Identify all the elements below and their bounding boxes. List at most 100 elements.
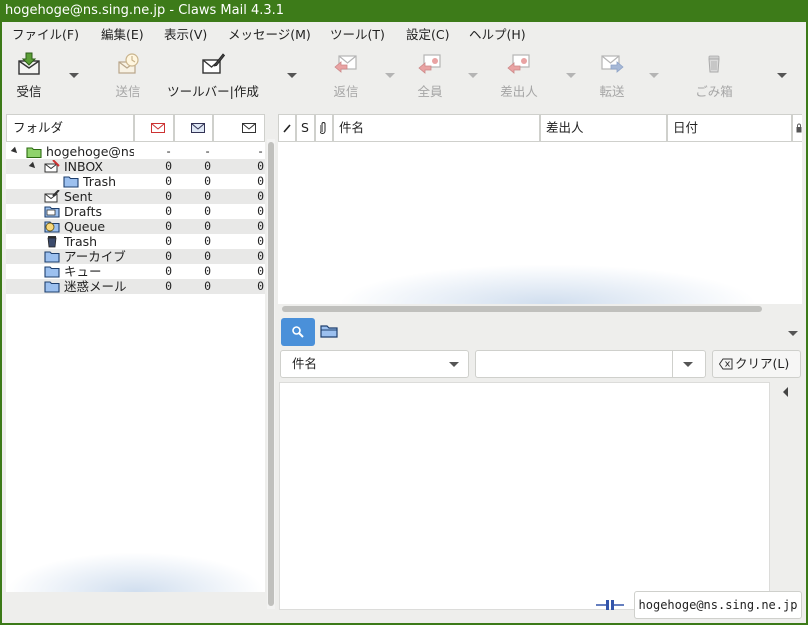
forward-button[interactable]: 転送 [594, 52, 630, 102]
inbox-icon [44, 159, 60, 173]
trash-label: ごみ箱 [695, 84, 733, 99]
quicksearch-menu-arrow[interactable] [788, 331, 798, 336]
folder-row[interactable]: Sent 0 0 0 [6, 189, 265, 204]
menu-message[interactable]: メッセージ(M) [228, 22, 311, 48]
folder-icon [63, 175, 79, 188]
folder-new-count: 0 [165, 279, 172, 293]
reply-all-button[interactable]: 全員 [412, 52, 448, 102]
compose-dropdown-arrow[interactable] [287, 73, 297, 78]
folder-scrollbar-thumb[interactable] [268, 142, 274, 606]
folder-row[interactable]: hogehoge@ns - - - [6, 144, 265, 159]
compose-icon [202, 53, 225, 74]
folder-name: キュー [64, 264, 102, 279]
expander-arrow-icon[interactable] [10, 146, 20, 156]
folder-new-count: 0 [165, 234, 172, 248]
message-list[interactable]: S 件名 差出人 日付 [278, 114, 802, 304]
folder-unread-count: 0 [204, 159, 211, 173]
folder-column-header[interactable]: フォルダ [6, 114, 134, 142]
receive-dropdown-arrow[interactable] [69, 73, 79, 78]
message-view-scrollbar[interactable] [772, 382, 802, 610]
unread-column-header[interactable] [174, 114, 213, 142]
attachment-column-header[interactable] [315, 114, 333, 142]
paperclip-icon [320, 122, 326, 134]
forward-dropdown-arrow[interactable] [649, 73, 659, 78]
send-button[interactable]: 送信 [110, 52, 146, 102]
folder-name: INBOX [64, 159, 103, 174]
folder-name: Trash [64, 234, 98, 249]
menu-settings[interactable]: 設定(C) [406, 22, 449, 48]
folder-tree: フォルダ hogehoge@ns - - - INBOX 0 0 0 Trash 0 0 0 Sent 0… [6, 114, 265, 592]
menu-file[interactable]: ファイル(F) [12, 22, 79, 48]
view-collapse-arrow[interactable] [783, 387, 788, 397]
expander-arrow-icon[interactable] [28, 161, 38, 171]
menu-help[interactable]: ヘルプ(H) [469, 22, 526, 48]
trash-button[interactable]: ごみ箱 [692, 52, 736, 102]
folder-icon [44, 265, 60, 278]
trash-can-icon [708, 55, 720, 73]
folder-row[interactable]: キュー 0 0 0 [6, 264, 265, 279]
queue-icon [44, 220, 60, 233]
folder-total-count: 0 [257, 264, 264, 278]
folder-row[interactable]: Queue 0 0 0 [6, 219, 265, 234]
sent-icon [44, 189, 60, 203]
compose-button[interactable]: ツールバー|作成 [163, 52, 263, 102]
subject-column-header[interactable]: 件名 [333, 114, 540, 142]
new-mail-icon [151, 123, 165, 133]
folder-row[interactable]: 迷惑メール 0 0 0 [6, 279, 265, 294]
reply-label: 返信 [333, 84, 359, 99]
date-column-header[interactable]: 日付 [667, 114, 792, 142]
folder-new-count: 0 [165, 249, 172, 263]
folder-unread-count: 0 [204, 279, 211, 293]
receive-button[interactable]: 受信 [10, 52, 48, 102]
search-history-arrow[interactable] [683, 362, 693, 367]
main-client-area: ファイル(F) 編集(E) 表示(V) メッセージ(M) ツール(T) 設定(C… [2, 22, 806, 623]
new-column-header[interactable] [134, 114, 174, 142]
open-folder-icon[interactable] [320, 323, 338, 339]
quicksearch-toggle-button[interactable] [281, 318, 315, 346]
from-column-header[interactable]: 差出人 [540, 114, 667, 142]
message-view[interactable] [279, 382, 770, 610]
lock-icon [796, 123, 802, 133]
reply-dropdown-arrow[interactable] [385, 73, 395, 78]
folder-name: Sent [64, 189, 93, 204]
toolbar-overflow-arrow[interactable] [777, 73, 787, 78]
total-column-header[interactable] [213, 114, 265, 142]
reply-icon [334, 55, 357, 73]
menu-tools[interactable]: ツール(T) [330, 22, 385, 48]
reply-button[interactable]: 返信 [328, 52, 364, 102]
folder-row[interactable]: INBOX 0 0 0 [6, 159, 265, 174]
folder-total-count: 0 [257, 159, 264, 173]
folder-scrollbar[interactable] [267, 139, 275, 609]
folder-total-count: 0 [257, 189, 264, 203]
folder-row[interactable]: Trash 0 0 0 [6, 234, 265, 249]
forward-icon [601, 55, 624, 73]
menu-edit[interactable]: 編集(E) [101, 22, 144, 48]
mark-column-header[interactable] [278, 114, 296, 142]
reply-sender-dropdown-arrow[interactable] [566, 73, 576, 78]
message-list-hscrollbar[interactable] [282, 306, 762, 312]
reply-all-label: 全員 [417, 84, 443, 99]
folder-tree-header: フォルダ [6, 114, 265, 142]
folder-row[interactable]: Trash 0 0 0 [6, 174, 265, 189]
lock-column-header[interactable] [792, 114, 802, 142]
send-icon [118, 53, 139, 74]
folder-name: アーカイブ [64, 249, 126, 264]
search-field-type-select[interactable]: 件名 [280, 350, 469, 378]
folder-total-count: 0 [257, 219, 264, 233]
reply-all-icon [418, 54, 441, 74]
folder-row[interactable]: Drafts 0 0 0 [6, 204, 265, 219]
online-plug-icon[interactable] [596, 599, 624, 611]
reply-sender-button[interactable]: 差出人 [497, 52, 541, 102]
search-input[interactable] [475, 350, 706, 378]
menu-view[interactable]: 表示(V) [164, 22, 207, 48]
status-column-header[interactable]: S [296, 114, 315, 142]
quicksearch-toolbar [278, 318, 802, 348]
account-selector[interactable]: hogehoge@ns.sing.ne.jp [634, 591, 802, 619]
folder-new-count: 0 [165, 219, 172, 233]
reply-all-dropdown-arrow[interactable] [468, 73, 478, 78]
folder-name: 迷惑メール [64, 279, 127, 294]
folder-unread-count: 0 [204, 249, 211, 263]
clear-button[interactable]: クリア(L) [712, 350, 801, 378]
folder-name: Drafts [64, 204, 103, 219]
folder-row[interactable]: アーカイブ 0 0 0 [6, 249, 265, 264]
